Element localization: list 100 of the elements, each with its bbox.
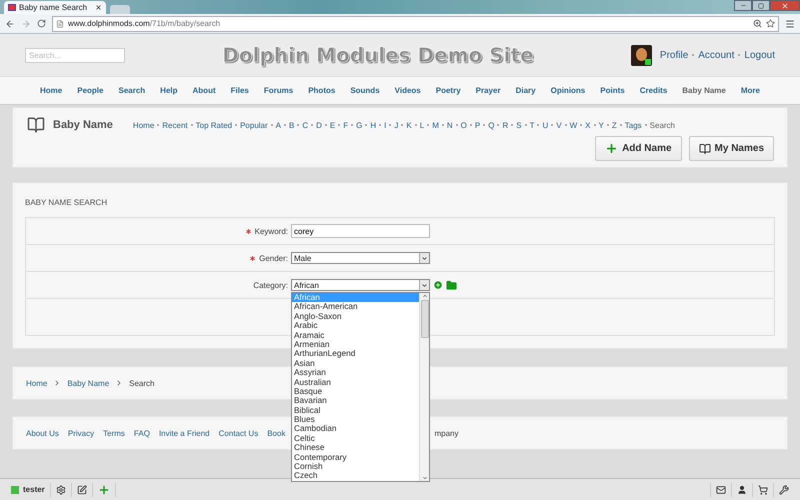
gender-select[interactable]: Male <box>291 252 430 264</box>
dropdown-option[interactable]: Aramaic <box>292 330 419 340</box>
nav-link[interactable]: Poetry <box>436 86 461 95</box>
user-link[interactable]: Account <box>698 50 734 60</box>
username[interactable]: tester <box>23 485 45 494</box>
module-link[interactable]: Popular <box>240 120 268 130</box>
module-link[interactable]: Y <box>598 120 604 130</box>
nav-link[interactable]: Files <box>230 86 249 95</box>
dropdown-option[interactable]: Czech <box>292 471 419 481</box>
cart-icon[interactable] <box>758 484 768 494</box>
dropdown-option[interactable]: Cornish <box>292 462 419 472</box>
breadcrumb-link[interactable]: Search <box>129 378 154 388</box>
module-link[interactable]: Tags <box>624 120 642 130</box>
module-link[interactable]: U <box>542 120 548 130</box>
nav-link[interactable]: Search <box>118 86 146 95</box>
module-link[interactable]: O <box>460 120 467 130</box>
module-link[interactable]: S <box>516 120 522 130</box>
dropdown-option[interactable]: Blues <box>292 415 419 424</box>
back-icon[interactable] <box>5 18 15 28</box>
scroll-down-icon[interactable] <box>422 474 428 481</box>
star-icon[interactable] <box>766 19 775 28</box>
module-link[interactable]: C <box>302 120 308 130</box>
mail-icon[interactable] <box>716 484 726 494</box>
module-link[interactable]: E <box>330 120 336 130</box>
module-link[interactable]: B <box>289 120 294 130</box>
user-link[interactable]: Logout <box>744 50 775 60</box>
module-link[interactable]: Q <box>488 120 494 130</box>
minimize-button[interactable] <box>734 0 752 11</box>
dropdown-option[interactable]: Assyrian <box>292 368 419 378</box>
maximize-button[interactable] <box>752 0 770 11</box>
nav-link[interactable]: Baby Name <box>682 86 726 95</box>
module-link[interactable]: N <box>446 120 453 130</box>
plus-icon[interactable] <box>98 484 110 496</box>
category-select[interactable]: African <box>291 279 430 291</box>
dropdown-option[interactable]: ArthurianLegend <box>292 349 419 359</box>
nav-link[interactable]: Forums <box>264 86 294 95</box>
module-link[interactable]: Recent <box>162 120 188 130</box>
dropdown-option[interactable]: Asian <box>292 358 419 368</box>
dropdown-option[interactable]: Celtic <box>292 434 419 444</box>
module-link[interactable]: P <box>474 120 480 130</box>
module-link[interactable]: A <box>276 120 282 130</box>
module-link[interactable]: D <box>316 120 322 130</box>
user-icon[interactable] <box>737 484 747 494</box>
module-link[interactable]: G <box>356 120 362 130</box>
dropdown-option[interactable]: Bavarian <box>292 396 419 406</box>
scroll-thumb[interactable] <box>420 300 428 338</box>
module-link[interactable]: H <box>370 120 376 130</box>
nav-link[interactable]: People <box>77 86 104 95</box>
module-link[interactable]: Home <box>132 120 154 130</box>
dropdown-option[interactable]: Biblical <box>292 406 419 416</box>
dropdown-option[interactable]: Cambodian <box>292 424 419 434</box>
dropdown-option[interactable]: Basque <box>292 386 419 396</box>
nav-link[interactable]: Credits <box>640 86 668 95</box>
module-link[interactable]: R <box>502 120 508 130</box>
dropdown-option[interactable]: Australian <box>292 378 419 387</box>
nav-link[interactable]: Videos <box>394 86 421 95</box>
footer-link[interactable]: Invite a Friend <box>158 428 210 438</box>
dropdown-option[interactable]: African <box>292 293 419 302</box>
module-link[interactable]: Z <box>612 120 617 130</box>
close-icon[interactable] <box>95 4 102 11</box>
reload-icon[interactable] <box>37 19 46 28</box>
footer-link[interactable]: Contact Us <box>218 428 258 438</box>
footer-link[interactable]: Book <box>267 428 286 438</box>
module-link[interactable]: X <box>585 120 591 130</box>
nav-link[interactable]: Sounds <box>350 86 380 95</box>
keyword-field[interactable]: corey <box>291 224 430 238</box>
dropdown-option[interactable]: Arabic <box>292 321 419 331</box>
breadcrumb-link[interactable]: Home <box>26 378 48 388</box>
module-link[interactable]: K <box>406 120 412 130</box>
nav-link[interactable]: Photos <box>308 86 336 95</box>
nav-link[interactable]: More <box>740 86 760 95</box>
folder-icon[interactable] <box>446 280 457 290</box>
dropdown-option[interactable]: Armenian <box>292 340 419 350</box>
nav-link[interactable]: Help <box>160 86 178 95</box>
add-icon[interactable] <box>433 280 443 290</box>
user-link[interactable]: Profile <box>660 50 688 60</box>
menu-icon[interactable] <box>785 18 795 28</box>
module-link[interactable]: Top Rated <box>196 120 232 130</box>
zoom-icon[interactable] <box>753 19 762 28</box>
footer-link[interactable]: About Us <box>26 428 59 438</box>
dropdown-option[interactable]: Chinese <box>292 443 419 453</box>
module-link[interactable]: W <box>570 120 578 130</box>
dropdown-option[interactable]: Anglo-Saxon <box>292 312 419 322</box>
footer-link[interactable]: Privacy <box>68 428 94 438</box>
nav-link[interactable]: Points <box>600 86 625 95</box>
module-link[interactable]: J <box>394 120 398 130</box>
edit-icon[interactable] <box>76 484 87 494</box>
wrench-icon[interactable] <box>779 484 789 494</box>
footer-link[interactable]: Terms <box>103 428 125 438</box>
nav-link[interactable]: Home <box>40 86 62 95</box>
my-names-button[interactable]: My Names <box>688 136 774 161</box>
nav-link[interactable]: Opinions <box>550 86 586 95</box>
module-link[interactable]: Search <box>650 120 676 130</box>
nav-link[interactable]: Diary <box>516 86 536 95</box>
nav-link[interactable]: About <box>192 86 216 95</box>
module-link[interactable]: V <box>556 120 562 130</box>
add-name-button[interactable]: Add Name <box>595 136 682 161</box>
breadcrumb-link[interactable]: Baby Name <box>67 378 110 388</box>
scroll-up-icon[interactable] <box>422 293 428 299</box>
module-link[interactable]: M <box>432 120 439 130</box>
